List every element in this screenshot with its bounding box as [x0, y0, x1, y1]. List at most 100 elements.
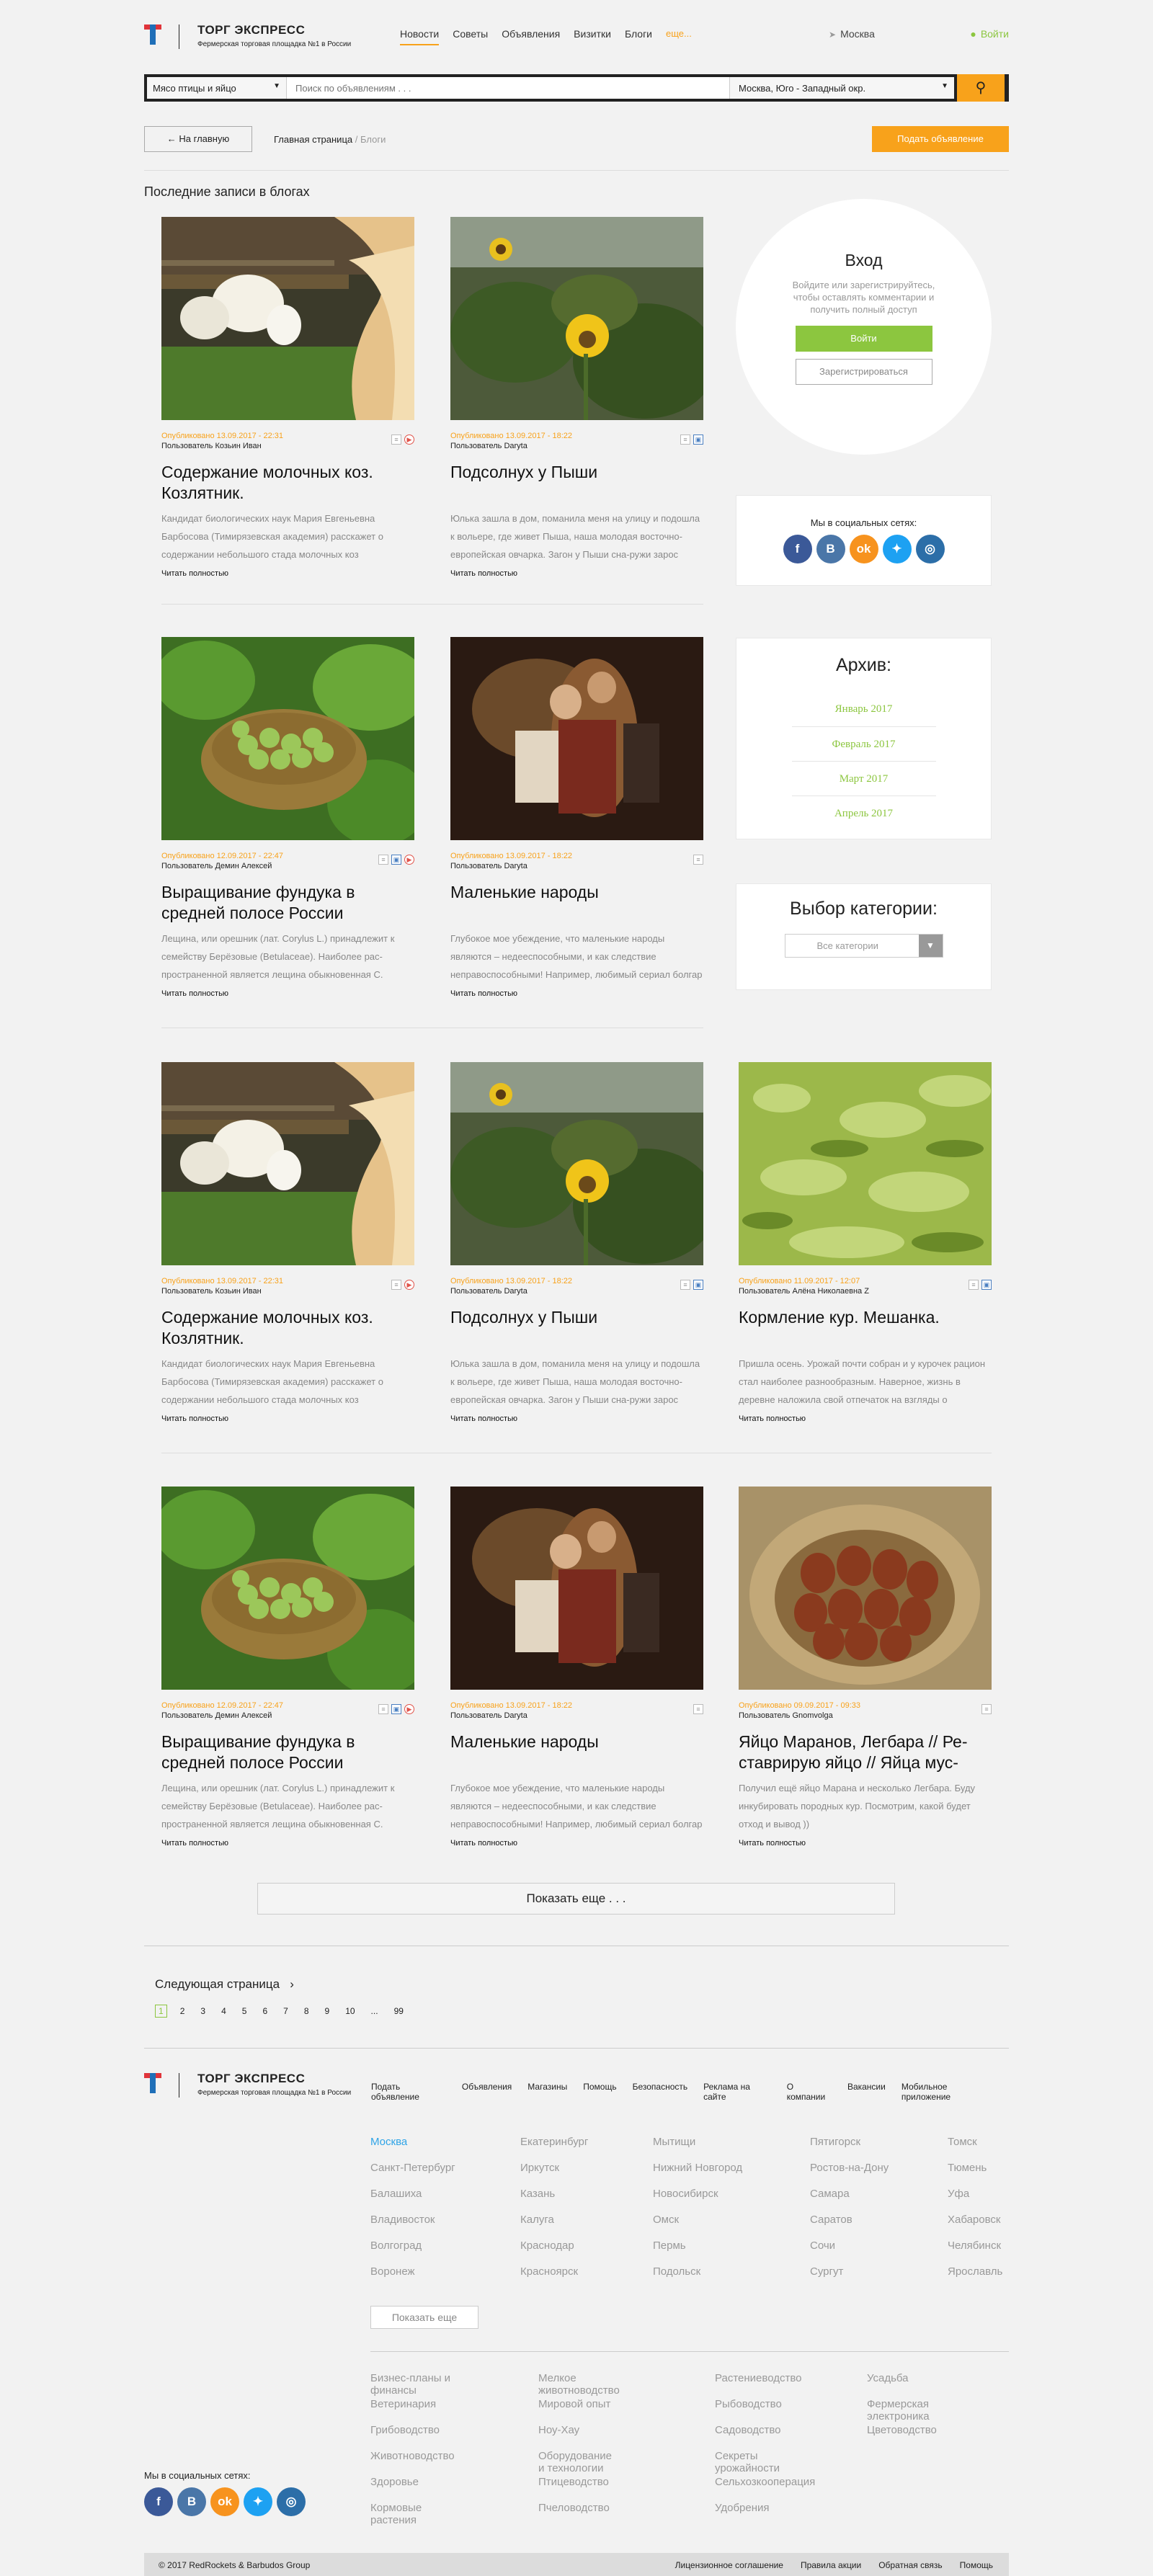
- bottom-link[interactable]: Обратная связь: [878, 2560, 942, 2570]
- city-link[interactable]: Иркутск: [520, 2162, 588, 2188]
- blog-card-image[interactable]: [161, 637, 414, 840]
- archive-item[interactable]: Апрель 2017: [791, 795, 936, 830]
- city-link[interactable]: Ярославль: [948, 2265, 1002, 2291]
- blog-card-title[interactable]: Подсолнух у Пыши: [450, 462, 703, 504]
- city-link[interactable]: Ростов-на-Дону: [810, 2162, 889, 2188]
- blog-card-title[interactable]: Яйцо Маранов, Легбара // Ре-ставрирую яй…: [739, 1732, 992, 1773]
- facebook-icon[interactable]: f: [783, 535, 812, 563]
- blog-card-image[interactable]: [161, 1062, 414, 1265]
- page-link[interactable]: 6: [259, 2005, 270, 2018]
- category-link[interactable]: Рыбоводство: [715, 2398, 815, 2424]
- read-more-link[interactable]: Читать полностью: [450, 569, 703, 578]
- category-link[interactable]: Садоводство: [715, 2424, 815, 2450]
- blog-card-author[interactable]: Пользователь Демин Алексей: [161, 862, 414, 870]
- category-link[interactable]: Мировой опыт: [538, 2398, 620, 2424]
- twitter-icon[interactable]: ✦: [244, 2487, 272, 2516]
- city-link[interactable]: Хабаровск: [948, 2214, 1002, 2239]
- footer-nav-link[interactable]: О компании: [787, 2082, 832, 2102]
- blog-card[interactable]: Опубликовано 13.09.2017 - 18:22 Пользова…: [450, 1487, 703, 1848]
- city-link[interactable]: Красноярск: [520, 2265, 588, 2291]
- city-link[interactable]: Новосибирск: [653, 2188, 742, 2214]
- city-link[interactable]: Пермь: [653, 2239, 742, 2265]
- city-link[interactable]: Казань: [520, 2188, 588, 2214]
- register-button[interactable]: Зарегистрироваться: [795, 359, 932, 385]
- blog-card-author[interactable]: Пользователь Демин Алексей: [161, 1711, 414, 1720]
- blog-card-title[interactable]: Выращивание фундука в средней полосе Рос…: [161, 882, 414, 924]
- city-link[interactable]: Саратов: [810, 2214, 889, 2239]
- blog-card-image[interactable]: [450, 1062, 703, 1265]
- city-link[interactable]: Самара: [810, 2188, 889, 2214]
- read-more-link[interactable]: Читать полностью: [161, 1414, 414, 1423]
- city-link[interactable]: Подольск: [653, 2265, 742, 2291]
- page-link[interactable]: 9: [322, 2005, 333, 2018]
- logo-title[interactable]: ТОРГ ЭКСПРЕСС: [197, 23, 305, 37]
- blog-card[interactable]: Опубликовано 12.09.2017 - 22:47 Пользова…: [161, 637, 414, 998]
- footer-nav-link[interactable]: Магазины: [527, 2082, 567, 2102]
- category-link[interactable]: Здоровье: [370, 2476, 455, 2502]
- city-link[interactable]: Калуга: [520, 2214, 588, 2239]
- city-link[interactable]: Сочи: [810, 2239, 889, 2265]
- cities-more-button[interactable]: Показать еще: [370, 2306, 478, 2329]
- city-link[interactable]: Санкт-Петербург: [370, 2162, 455, 2188]
- blog-card-title[interactable]: Содержание молочных коз. Козлятник.: [161, 1307, 414, 1349]
- category-link[interactable]: Оборудование и технологии: [538, 2450, 620, 2476]
- page-link[interactable]: 2: [177, 2005, 188, 2018]
- city-link[interactable]: Челябинск: [948, 2239, 1002, 2265]
- blog-card-author[interactable]: Пользователь Козьин Иван: [161, 1287, 414, 1296]
- region-select[interactable]: Москва, Юго - Западный окр. ▼: [729, 77, 954, 99]
- city-link[interactable]: Пятигорск: [810, 2136, 889, 2162]
- login-link[interactable]: ● Войти: [970, 28, 1009, 40]
- odnoklassniki-icon[interactable]: ok: [210, 2487, 239, 2516]
- category-link[interactable]: Цветоводство: [867, 2424, 937, 2450]
- vk-icon[interactable]: B: [816, 535, 845, 563]
- blog-card[interactable]: Опубликовано 13.09.2017 - 18:22 Пользова…: [450, 1062, 703, 1423]
- logo-icon[interactable]: [144, 23, 161, 46]
- city-link[interactable]: Воронеж: [370, 2265, 455, 2291]
- post-ad-button[interactable]: Подать объявление: [872, 126, 1009, 152]
- read-more-link[interactable]: Читать полностью: [161, 1839, 414, 1848]
- facebook-icon[interactable]: f: [144, 2487, 173, 2516]
- nav-tips[interactable]: Советы: [453, 28, 488, 45]
- city-link[interactable]: Томск: [948, 2136, 1002, 2162]
- archive-item[interactable]: Январь 2017: [792, 692, 936, 726]
- blog-card[interactable]: Опубликовано 11.09.2017 - 12:07 Пользова…: [739, 1062, 992, 1423]
- footer-nav-link[interactable]: Помощь: [583, 2082, 616, 2102]
- archive-item[interactable]: Февраль 2017: [791, 726, 936, 761]
- read-more-link[interactable]: Читать полностью: [161, 569, 414, 578]
- page-link[interactable]: 5: [239, 2005, 250, 2018]
- instagram-icon[interactable]: ◎: [277, 2487, 306, 2516]
- category-link[interactable]: Грибоводство: [370, 2424, 455, 2450]
- category-link[interactable]: Ветеринария: [370, 2398, 455, 2424]
- page-link[interactable]: 1: [155, 2005, 167, 2018]
- category-link[interactable]: Фермерская электроника: [867, 2398, 937, 2424]
- blog-card[interactable]: Опубликовано 12.09.2017 - 22:47 Пользова…: [161, 1487, 414, 1848]
- category-link[interactable]: Птицеводство: [538, 2476, 620, 2502]
- city-link[interactable]: Мытищи: [653, 2136, 742, 2162]
- blog-card[interactable]: Опубликовано 13.09.2017 - 22:31 Пользова…: [161, 217, 414, 578]
- city-link[interactable]: Екатеринбург: [520, 2136, 588, 2162]
- blog-card-author[interactable]: Пользователь Gnomvolga: [739, 1711, 992, 1720]
- footer-nav-link[interactable]: Объявления: [462, 2082, 512, 2102]
- show-more-button[interactable]: Показать еще . . .: [257, 1883, 895, 1915]
- breadcrumb-home[interactable]: Главная страница: [274, 134, 352, 145]
- blog-card-title[interactable]: Кормление кур. Мешанка.: [739, 1307, 992, 1349]
- footer-nav-link[interactable]: Мобильное приложение: [902, 2082, 993, 2102]
- page-link[interactable]: 3: [197, 2005, 208, 2018]
- city-link[interactable]: Краснодар: [520, 2239, 588, 2265]
- category-link[interactable]: Секреты урожайности: [715, 2450, 815, 2476]
- page-link[interactable]: 4: [218, 2005, 229, 2018]
- city-link[interactable]: Москва: [370, 2136, 455, 2162]
- back-button[interactable]: ← На главную: [144, 126, 252, 152]
- logo-icon[interactable]: [144, 2072, 161, 2095]
- page-link[interactable]: 99: [391, 2005, 406, 2018]
- category-link[interactable]: Бизнес-планы и финансы: [370, 2372, 455, 2398]
- city-link[interactable]: Сургут: [810, 2265, 889, 2291]
- instagram-icon[interactable]: ◎: [915, 535, 945, 563]
- footer-nav-link[interactable]: Реклама на сайте: [703, 2082, 771, 2102]
- read-more-link[interactable]: Читать полностью: [450, 989, 703, 998]
- blog-card-image[interactable]: [450, 217, 703, 420]
- read-more-link[interactable]: Читать полностью: [739, 1414, 992, 1423]
- archive-item[interactable]: Март 2017: [791, 761, 936, 795]
- category-link[interactable]: Ноу-Хау: [538, 2424, 620, 2450]
- category-link[interactable]: Усадьба: [867, 2372, 937, 2398]
